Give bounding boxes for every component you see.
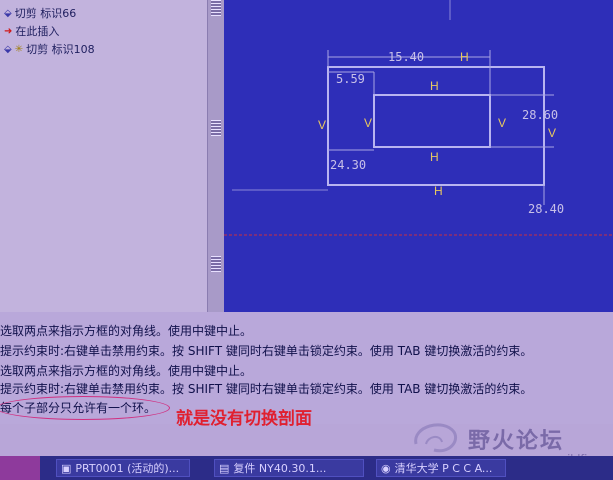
- tree-item-insert-here[interactable]: ➜ 在此插入: [4, 22, 59, 40]
- dimension-offset-left[interactable]: 24.30: [330, 158, 366, 172]
- panel-splitter[interactable]: [207, 0, 225, 312]
- tree-item-label: 在此插入: [15, 25, 60, 38]
- taskbar-item-label: PRT0001 (活动的)...: [75, 462, 180, 475]
- dimension-outer-height[interactable]: 28.40: [528, 202, 564, 216]
- horizontal-constraint: H: [434, 184, 443, 198]
- message-line: 选取两点来指示方框的对角线。使用中键中止。: [0, 364, 253, 378]
- message-line: 选取两点来指示方框的对角线。使用中键中止。: [0, 324, 253, 338]
- regen-star-icon: ✳: [14, 43, 24, 55]
- window-icon: ▣: [61, 461, 72, 475]
- scroll-grip[interactable]: [211, 256, 221, 272]
- dimension-offset-top[interactable]: 5.59: [336, 72, 365, 86]
- taskbar-item-label: 复件 NY40.30.1...: [233, 462, 327, 475]
- tree-item-cut-66[interactable]: ⬙ 切剪 标识66: [4, 4, 76, 22]
- logo-text: 野火论坛: [468, 429, 565, 454]
- cut-feature-icon: ⬙: [4, 43, 12, 55]
- annotation-callout: 就是没有切换剖面: [176, 409, 312, 429]
- horizontal-constraint: H: [430, 150, 439, 164]
- vertical-constraint: V: [498, 116, 507, 130]
- cut-icon: ⬙: [4, 7, 12, 19]
- horizontal-constraint: H: [430, 79, 439, 93]
- tree-item-cut-108[interactable]: ⬙ ✳ 切剪 标识108: [4, 40, 95, 58]
- taskbar-item-browser[interactable]: ◉ 清华大学 P C C A...: [376, 459, 506, 477]
- dimension-inner-height[interactable]: 28.60: [522, 108, 558, 122]
- model-tree: ⬙ 切剪 标识66 ➜ 在此插入 ⬙ ✳ 切剪 标识108: [0, 0, 207, 312]
- message-line: 提示约束时:右键单击禁用约束。按 SHIFT 键同时右键单击锁定约束。使用 TA…: [0, 382, 533, 396]
- scroll-grip[interactable]: [211, 120, 221, 136]
- sketch-geometry: [224, 0, 613, 236]
- highlight-oval: [0, 396, 170, 420]
- taskbar-item-prt0001[interactable]: ▣ PRT0001 (活动的)...: [56, 459, 190, 477]
- message-line: 提示约束时:右键单击禁用约束。按 SHIFT 键同时右键单击锁定约束。使用 TA…: [0, 344, 533, 358]
- vertical-constraint: V: [548, 126, 557, 140]
- horizontal-constraint: H: [460, 50, 469, 64]
- graphics-window[interactable]: 15.40 5.59 28.60 24.30 28.40 H H H H V V…: [224, 0, 613, 312]
- insert-arrow-icon: ➜: [4, 25, 13, 37]
- browser-icon: ◉: [381, 461, 391, 475]
- dimension-width[interactable]: 15.40: [388, 50, 424, 64]
- start-button[interactable]: [0, 456, 40, 480]
- folder-icon: ▤: [219, 461, 230, 475]
- tree-item-label: 切剪 标识108: [26, 43, 95, 56]
- scroll-grip[interactable]: [211, 0, 221, 16]
- vertical-constraint: V: [364, 116, 373, 130]
- vertical-constraint: V: [318, 118, 327, 132]
- tree-item-label: 切剪 标识66: [14, 7, 77, 20]
- taskbar-item-label: 清华大学 P C C A...: [394, 462, 493, 475]
- taskbar: ▣ PRT0001 (活动的)... ▤ 复件 NY40.30.1... ◉ 清…: [0, 456, 613, 480]
- taskbar-item-folder[interactable]: ▤ 复件 NY40.30.1...: [214, 459, 364, 477]
